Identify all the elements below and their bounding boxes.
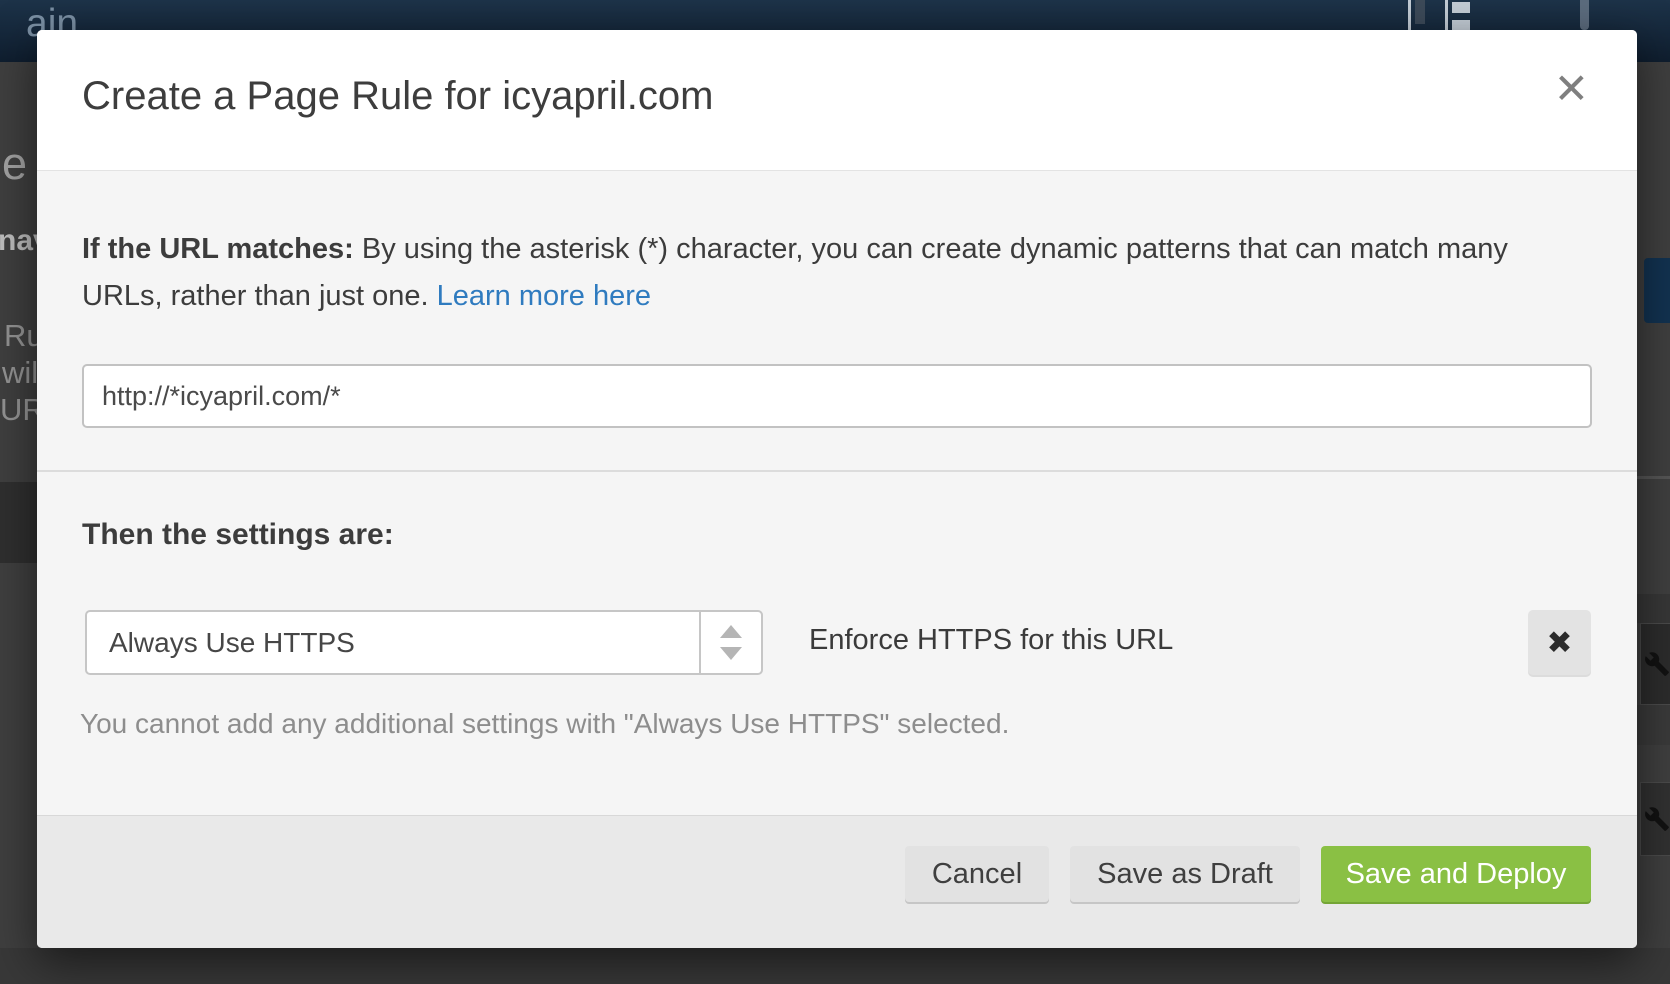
remove-setting-button[interactable]: ✖ (1528, 610, 1591, 675)
dialog-footer: Cancel Save as Draft Save and Deploy (37, 815, 1637, 948)
setting-select-value: Always Use HTTPS (109, 627, 355, 659)
settings-restriction-note: You cannot add any additional settings w… (80, 708, 1009, 740)
remove-x-icon: ✖ (1547, 625, 1573, 661)
wrench-icon (1644, 806, 1670, 832)
create-page-rule-dialog: Create a Page Rule for icyapril.com ✕ If… (37, 30, 1637, 948)
settings-heading: Then the settings are: (82, 518, 394, 552)
background-blue-button-fragment (1644, 258, 1670, 323)
save-and-deploy-button[interactable]: Save and Deploy (1321, 846, 1591, 902)
navbar-list-icon (1452, 2, 1470, 13)
background-table-header-fragment (0, 482, 37, 563)
section-divider (37, 470, 1637, 472)
setting-description: Enforce HTTPS for this URL (809, 624, 1173, 657)
footer-button-row: Cancel Save as Draft Save and Deploy (905, 846, 1591, 902)
background-divider-fragment (1637, 476, 1670, 479)
save-as-draft-button[interactable]: Save as Draft (1070, 846, 1300, 902)
dialog-header: Create a Page Rule for icyapril.com ✕ (37, 30, 1637, 171)
url-match-description: If the URL matches: By using the asteris… (82, 226, 1527, 320)
url-match-label: If the URL matches: (82, 233, 354, 265)
select-spinner-icon (699, 612, 761, 673)
background-heading-fragment: e (2, 138, 27, 190)
url-pattern-input[interactable] (82, 364, 1592, 428)
background-edit-button-fragment (1640, 623, 1670, 705)
setting-select[interactable]: Always Use HTTPS (85, 610, 763, 675)
background-edit-button-fragment (1640, 782, 1670, 856)
background-bottom-fragment (0, 948, 1670, 984)
chevron-down-icon (720, 647, 742, 660)
background-row-fragment (1637, 705, 1670, 745)
dialog-title: Create a Page Rule for icyapril.com (82, 74, 713, 119)
wrench-icon (1644, 651, 1670, 677)
navbar-bar-icon (1580, 0, 1589, 30)
chevron-up-icon (720, 625, 742, 638)
background-row-fragment (1637, 594, 1670, 623)
screen: ain. e nav Ru will UR Create a Page Rule… (0, 0, 1670, 984)
cancel-button[interactable]: Cancel (905, 846, 1049, 902)
close-icon[interactable]: ✕ (1554, 68, 1589, 110)
learn-more-link[interactable]: Learn more here (437, 280, 651, 312)
